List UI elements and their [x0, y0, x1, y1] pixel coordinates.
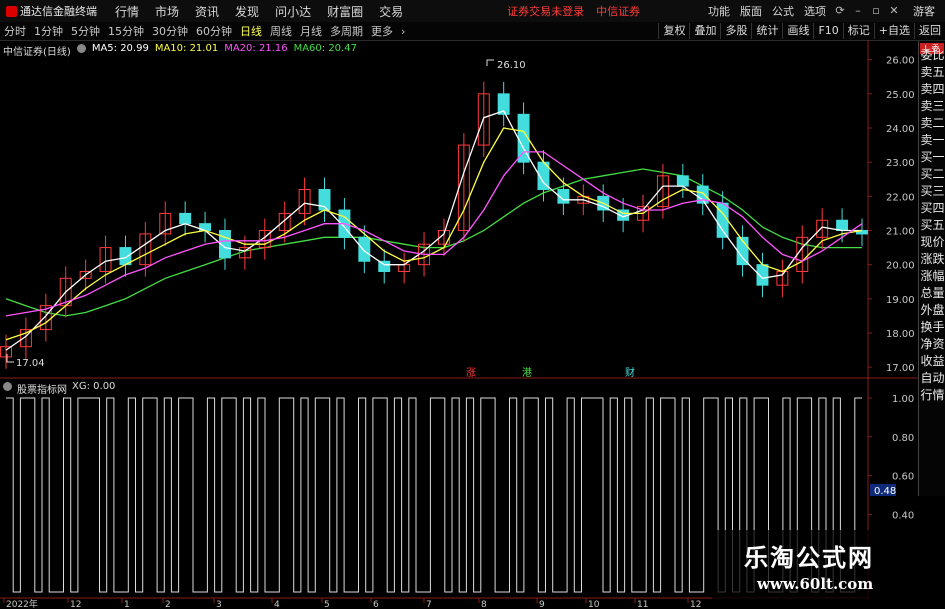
- stock-title: 中信证券(日线): [3, 47, 71, 58]
- candle-body: [836, 219, 849, 231]
- date-tick-label: 6: [373, 600, 379, 609]
- panel-item-netassets[interactable]: 净资: [919, 336, 945, 353]
- panel-item-bid3[interactable]: 买三: [919, 183, 945, 200]
- candle-body: [179, 212, 192, 225]
- price-tick-label: 19.00: [886, 295, 915, 306]
- low-label: 17.04: [16, 358, 45, 369]
- ma-lines-group: [5, 110, 863, 351]
- ma-legend: 中信证券(日线) MA5: 20.99 MA10: 21.01 MA20: 21…: [3, 43, 357, 58]
- current-value-label: 0.48: [874, 486, 896, 497]
- date-axis-ticks: 2022年 12 1 2 3 4 5 6 7 8 9 10 11 12: [3, 598, 701, 609]
- date-tick-label: 5: [324, 600, 330, 609]
- ma20-line: [5, 151, 863, 317]
- panel-item-price[interactable]: 现价: [919, 234, 945, 251]
- panel-item-ask3[interactable]: 卖三: [919, 98, 945, 115]
- indicator-tick-label: 0.60: [892, 472, 914, 483]
- panel-item-change-pct[interactable]: 涨幅: [919, 268, 945, 285]
- price-tick-label: 20.00: [886, 261, 915, 272]
- panel-item-bid1[interactable]: 买一: [919, 149, 945, 166]
- price-tick-label: 25.00: [886, 90, 915, 101]
- candle-body: [676, 175, 689, 187]
- ma10-line: [5, 127, 863, 341]
- indicator-tick-label: 1.00: [892, 394, 914, 405]
- low-marker-line: [6, 354, 14, 363]
- watermark: 乐淘公式网 www.60lt.com: [712, 530, 927, 604]
- indicator-legend: 股票指标网 XG: 0.00: [3, 381, 115, 396]
- candle-body: [358, 236, 371, 262]
- panel-item-volume[interactable]: 总量: [919, 285, 945, 302]
- date-tick-label: 7: [426, 600, 432, 609]
- panel-item-quote[interactable]: 行情: [919, 387, 945, 404]
- date-tick-label: 12: [690, 600, 701, 609]
- event-finance: 财: [625, 366, 635, 379]
- ma60-value: MA60: 20.47: [293, 43, 357, 54]
- price-tick-label: 18.00: [886, 329, 915, 340]
- panel-item-change[interactable]: 涨跌: [919, 251, 945, 268]
- indicator-tick-label: 0.40: [892, 510, 914, 521]
- settings-dot-icon[interactable]: [76, 44, 86, 53]
- ma20-value: MA20: 21.16: [224, 43, 288, 54]
- panel-item-earnings[interactable]: 收益: [919, 353, 945, 370]
- date-tick-label: 2022年: [6, 598, 38, 609]
- date-tick-label: 2: [165, 600, 171, 609]
- panel-item-ask4[interactable]: 卖四: [919, 81, 945, 98]
- panel-item-bid4[interactable]: 买四: [919, 200, 945, 217]
- watermark-title: 乐淘公式网: [744, 543, 874, 572]
- price-tick-label: 24.00: [886, 124, 915, 135]
- panel-item-outer[interactable]: 外盘: [919, 302, 945, 319]
- date-tick-label: 3: [216, 600, 222, 609]
- date-tick-label: 4: [274, 600, 280, 609]
- quote-side-panel: L 委 委比 卖五 卖四 卖三 卖二 卖一 买一 买二 买三 买四 买五 现价 …: [918, 41, 945, 496]
- date-tick-label: 8: [481, 600, 487, 609]
- candles-group: [0, 81, 868, 369]
- date-tick-label: 11: [637, 600, 648, 609]
- panel-item-ask5[interactable]: 卖五: [919, 64, 945, 81]
- panel-list: 委比 卖五 卖四 卖三 卖二 卖一 买一 买二 买三 买四 买五 现价 涨跌 涨…: [919, 47, 945, 404]
- indicator-name: 股票指标网: [17, 385, 67, 396]
- panel-item-bid2[interactable]: 买二: [919, 166, 945, 183]
- indicator-dot-icon[interactable]: [3, 382, 12, 391]
- price-axis-ticks: 26.00 25.00 24.00 23.00 22.00 21.00 20.00 19.00…: [868, 56, 915, 374]
- ma5-value: MA5: 20.99: [91, 43, 149, 54]
- panel-item-auto[interactable]: 自动: [919, 370, 945, 387]
- candle-body: [716, 202, 729, 238]
- date-tick-label: 12: [70, 600, 81, 609]
- indicator-axis-ticks: 1.00 0.80 0.60 0.40: [868, 394, 914, 521]
- panel-item-bid5[interactable]: 买五: [919, 217, 945, 234]
- price-tick-label: 26.00: [886, 56, 915, 67]
- ma5-line: [5, 110, 862, 351]
- price-tick-label: 21.00: [886, 227, 915, 238]
- date-tick-label: 10: [588, 600, 600, 609]
- date-tick-label: 9: [539, 600, 545, 609]
- high-marker-line: [486, 59, 494, 66]
- high-label: 26.10: [497, 60, 526, 71]
- watermark-url: www.60lt.com: [757, 575, 874, 593]
- panel-item-ask2[interactable]: 卖二: [919, 115, 945, 132]
- panel-item-weibi[interactable]: 委比: [919, 47, 945, 64]
- indicator-value: XG: 0.00: [72, 381, 116, 392]
- high-marker: 26.10: [486, 59, 526, 71]
- indicator-tick-label: 0.80: [892, 433, 914, 444]
- price-tick-label: 17.00: [886, 363, 915, 374]
- panel-item-turnover[interactable]: 换手: [919, 319, 945, 336]
- price-tick-label: 23.00: [886, 158, 915, 169]
- price-tick-label: 22.00: [886, 192, 915, 203]
- chart-svg: 26.0025.0024.0023.0022.0021.0020.0019.00…: [0, 40, 918, 609]
- ma10-value: MA10: 21.01: [154, 43, 219, 54]
- date-tick-label: 1: [124, 600, 130, 609]
- event-hk: 港: [522, 367, 532, 379]
- event-up: 涨: [466, 367, 476, 379]
- panel-item-ask1[interactable]: 卖一: [919, 132, 945, 149]
